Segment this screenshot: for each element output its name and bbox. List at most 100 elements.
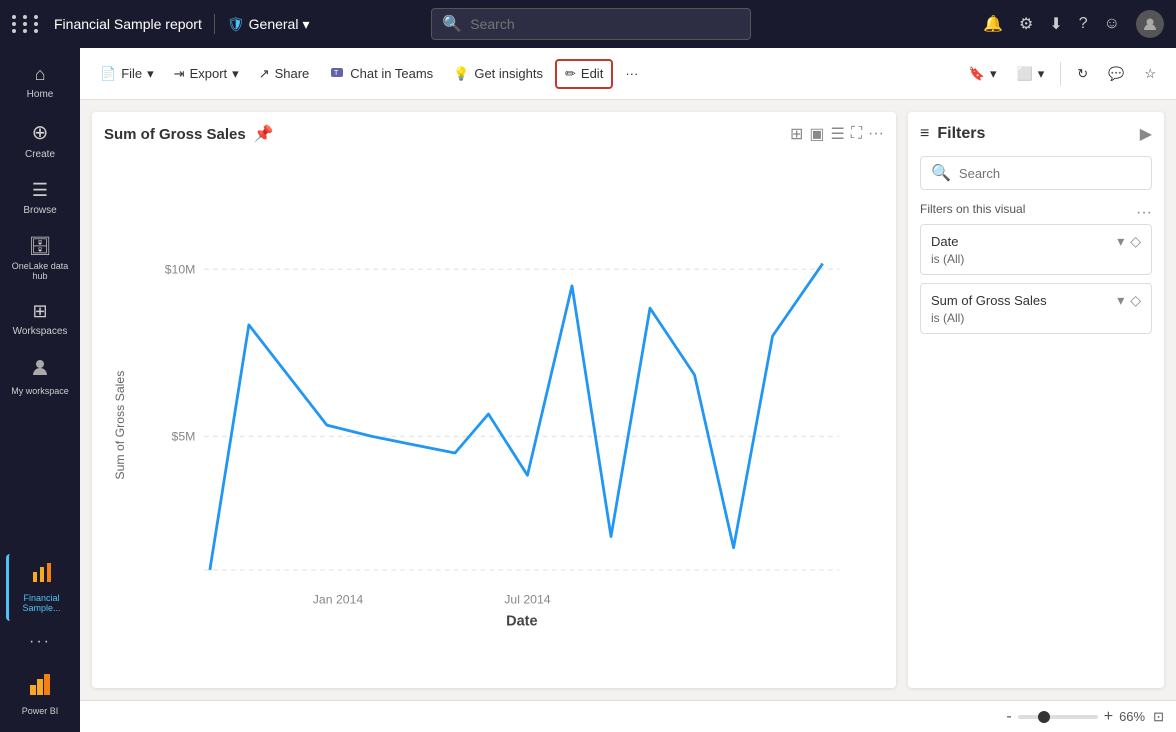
settings-gear-icon[interactable]: ⚙ <box>1019 14 1033 34</box>
chart-area: Sum of Gross Sales $10M $5M Jan 2014 Jul… <box>104 152 884 676</box>
filter-date-icons: ▾ ◇ <box>1117 233 1141 250</box>
export-icon: ⇥ <box>174 66 185 82</box>
filters-expand-icon[interactable]: ▶ <box>1140 124 1152 144</box>
get-insights-button[interactable]: 💡 Get insights <box>445 61 551 87</box>
more-icon: ··· <box>29 633 51 651</box>
comment-button[interactable]: 💬 <box>1100 61 1132 87</box>
filters-icon: ≡ <box>920 125 929 143</box>
sidebar-label-financial: Financial Sample... <box>13 593 70 613</box>
view-mode-button[interactable]: ⬜ ▾ <box>1009 61 1053 87</box>
topbar: Financial Sample report 🛡 General ▾ 🔍 🔔 … <box>0 0 1176 48</box>
user-avatar[interactable] <box>1136 10 1164 38</box>
chart-more-icon[interactable]: ··· <box>868 125 884 143</box>
shield-icon: 🛡 <box>227 16 245 33</box>
filters-section: Filters on this visual ··· Date ▾ ◇ is (… <box>920 202 1152 334</box>
filter-gross-sales-chevron-icon[interactable]: ▾ <box>1117 292 1124 309</box>
workspace-selector[interactable]: 🛡 General ▾ <box>227 16 310 33</box>
bookmark-button[interactable]: 🔖 ▾ <box>961 61 1005 87</box>
zoom-minus-button[interactable]: - <box>1006 708 1011 726</box>
y-axis-label: Sum of Gross Sales <box>113 371 127 480</box>
workspace-name: General <box>249 16 299 32</box>
onelake-icon: 🗄 <box>29 236 52 257</box>
fit-page-icon[interactable]: ⊡ <box>1153 709 1164 725</box>
topbar-search-box[interactable]: 🔍 <box>431 8 751 40</box>
share-icon: ↗ <box>259 66 270 82</box>
svg-text:T: T <box>334 70 339 77</box>
export-button[interactable]: ⇥ Export ▾ <box>166 61 247 87</box>
file-button[interactable]: 📄 File ▾ <box>92 61 162 87</box>
star-button[interactable]: ☆ <box>1136 61 1164 87</box>
zoom-slider[interactable] <box>1018 715 1098 719</box>
powerbi-logo-icon <box>26 671 54 702</box>
ellipsis-icon: ··· <box>625 66 638 81</box>
comment-icon: 💬 <box>1108 66 1124 82</box>
chart-container: Sum of Gross Sales 📌 ⊞ ▣ ☰ ⛶ ··· Sum of … <box>92 112 896 688</box>
home-icon: ⌂ <box>35 64 46 85</box>
chat-in-teams-button[interactable]: T Chat in Teams <box>321 59 441 88</box>
svg-text:Jan 2014: Jan 2014 <box>313 592 364 606</box>
chart-list-icon[interactable]: ☰ <box>830 124 844 144</box>
notification-bell-icon[interactable]: 🔔 <box>983 14 1003 34</box>
create-icon: ⊕ <box>32 120 49 145</box>
filter-card-date-header: Date ▾ ◇ <box>931 233 1141 250</box>
chart-filter-icon[interactable]: ▣ <box>809 124 824 144</box>
sidebar-item-financial[interactable]: Financial Sample... <box>6 554 74 621</box>
content-area: 📄 File ▾ ⇥ Export ▾ ↗ Share T Chat in Te… <box>80 48 1176 732</box>
sidebar-label-home: Home <box>27 89 54 100</box>
help-question-icon[interactable]: ? <box>1079 15 1088 33</box>
filters-search-input[interactable] <box>959 166 1141 181</box>
filters-search-box[interactable]: 🔍 <box>920 156 1152 190</box>
financial-chart-icon <box>31 562 53 589</box>
insights-lightbulb-icon: 💡 <box>453 66 469 82</box>
filters-panel: ≡ Filters ▶ 🔍 Filters on this visual ···… <box>908 112 1164 688</box>
share-button[interactable]: ↗ Share <box>251 61 318 87</box>
search-input[interactable] <box>470 16 740 32</box>
zoom-plus-button[interactable]: + <box>1104 708 1113 726</box>
edit-button[interactable]: ✏ Edit <box>555 59 613 89</box>
search-icon: 🔍 <box>442 14 462 34</box>
svg-text:$10M: $10M <box>165 263 196 277</box>
chart-expand-icon[interactable]: ⊞ <box>790 124 803 144</box>
sidebar-item-browse[interactable]: ☰ Browse <box>6 172 74 224</box>
chart-pin-icon[interactable]: 📌 <box>254 124 274 144</box>
topbar-actions: 🔔 ⚙ ⬇ ? ☺ <box>983 10 1164 38</box>
download-icon[interactable]: ⬇ <box>1049 14 1062 34</box>
main-layout: ⌂ Home ⊕ Create ☰ Browse 🗄 OneLake data … <box>0 48 1176 732</box>
filters-section-more-icon[interactable]: ··· <box>1136 204 1152 222</box>
sidebar-item-onelake[interactable]: 🗄 OneLake data hub <box>6 228 74 289</box>
bookmark-icon: 🔖 <box>969 66 985 82</box>
filter-gross-sales-icons: ▾ ◇ <box>1117 292 1141 309</box>
chart-title: Sum of Gross Sales <box>104 126 246 143</box>
refresh-icon: ↻ <box>1077 66 1088 82</box>
bookmark-chevron-icon: ▾ <box>990 66 997 82</box>
sidebar-label-workspaces: Workspaces <box>13 326 68 337</box>
chart-controls: ⊞ ▣ ☰ ⛶ ··· <box>790 124 884 144</box>
more-options-button[interactable]: ··· <box>617 61 646 86</box>
filter-date-clear-icon[interactable]: ◇ <box>1130 233 1141 250</box>
zoom-level-label: 66% <box>1119 709 1145 724</box>
filter-card-date: Date ▾ ◇ is (All) <box>920 224 1152 275</box>
browse-icon: ☰ <box>32 180 48 201</box>
view-icon: ⬜ <box>1017 66 1033 82</box>
zoom-control: - + 66% <box>1006 708 1145 726</box>
filters-section-label: Filters on this visual <box>920 202 1152 216</box>
refresh-button[interactable]: ↻ <box>1069 61 1096 87</box>
sidebar-label-create: Create <box>25 149 55 160</box>
sidebar-item-powerbi[interactable]: Power BI <box>6 663 74 724</box>
filter-gross-sales-clear-icon[interactable]: ◇ <box>1130 292 1141 309</box>
filter-date-chevron-icon[interactable]: ▾ <box>1117 233 1124 250</box>
chart-fullscreen-icon[interactable]: ⛶ <box>851 125 862 143</box>
svg-text:$5M: $5M <box>172 430 196 444</box>
filter-card-gross-sales: Sum of Gross Sales ▾ ◇ is (All) <box>920 283 1152 334</box>
sidebar-item-my-workspace[interactable]: My workspace <box>6 349 74 404</box>
feedback-smile-icon[interactable]: ☺ <box>1104 15 1120 33</box>
sidebar-item-workspaces[interactable]: ⊞ Workspaces <box>6 293 74 345</box>
sidebar-item-create[interactable]: ⊕ Create <box>6 112 74 168</box>
app-launcher-icon[interactable] <box>12 15 42 33</box>
filter-card-gross-sales-header: Sum of Gross Sales ▾ ◇ <box>931 292 1141 309</box>
app-title: Financial Sample report <box>54 16 202 32</box>
sidebar-item-more[interactable]: ··· <box>6 625 74 659</box>
sidebar-label-my-workspace: My workspace <box>11 386 69 396</box>
sidebar-item-home[interactable]: ⌂ Home <box>6 56 74 108</box>
filter-gross-sales-value: is (All) <box>931 311 1141 325</box>
